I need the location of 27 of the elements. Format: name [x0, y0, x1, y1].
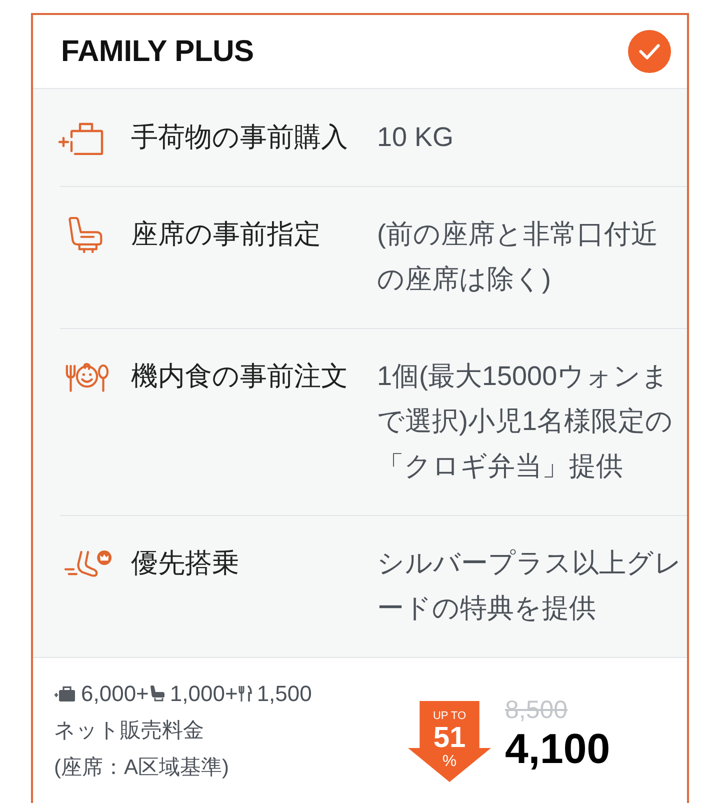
benefit-label: 座席の事前指定: [131, 218, 322, 251]
utensils-icon: [238, 685, 252, 702]
price-amount: 1,000+: [170, 680, 238, 708]
price-amount: 6,000+: [81, 680, 149, 708]
original-price: 8,500: [505, 695, 568, 725]
benefit-label: 優先搭乗: [131, 547, 240, 580]
seat-icon: [148, 685, 165, 702]
benefit-value: シルバープラス以上グレードの特典を提供: [377, 547, 682, 625]
benefit-label: 機内食の事前注文: [131, 360, 349, 393]
benefit-label: 手荷物の事前購入: [131, 121, 349, 154]
discount-unit: %: [442, 753, 457, 771]
benefit-value: 10 KG: [377, 121, 455, 154]
seat-icon: [67, 216, 105, 252]
price-note: (座席：A区域基準): [54, 755, 229, 781]
meal-icon: [65, 361, 109, 392]
benefit-value: 1個(最大15000ウォンまで選択)小児1名様限定の「クロギ弁当」提供: [377, 360, 674, 483]
suitcase-icon: [54, 686, 76, 702]
price-label: ネット販売料金: [54, 718, 204, 744]
discount-value: 51: [433, 723, 466, 753]
plan-title: FAMILY PLUS: [61, 34, 254, 68]
foot-icon: [64, 550, 112, 577]
suitcase-icon: [58, 120, 104, 154]
discount-prefix: UP TO: [432, 710, 466, 723]
sale-price: 4,100: [505, 725, 610, 773]
plan-card[interactable]: FAMILY PLUS 手荷物の事前購入 10 KG 座席の事前指定 (前の座席と非常口付近の座席は除く) 機内食の事前注文 1個(最大15000ウォンまで選択)小児1名様限定の「クロギ弁当」提供 優先搭乗 シルバープラス以上グレードの特典を提供 6,000+ 1,000+ 1,500 ネット販売料金 (座席：A区域基準) UP TO 51 % 8,500 4,100: [31, 13, 689, 803]
price-amount: 1,500: [256, 680, 312, 708]
benefit-value: (前の座席と非常口付近の座席は除く): [377, 218, 659, 296]
